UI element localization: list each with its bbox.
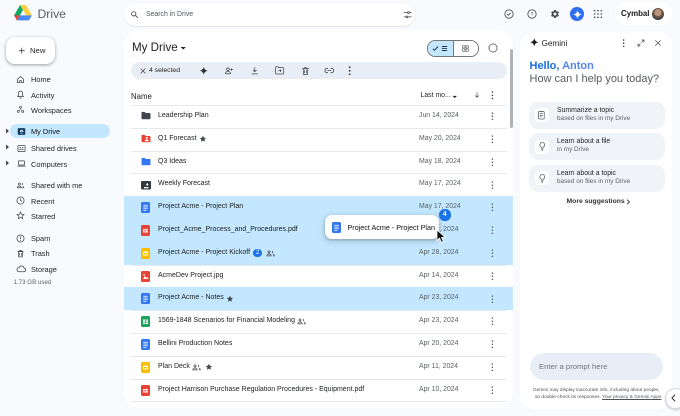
svg-text:?: ?	[530, 12, 533, 18]
